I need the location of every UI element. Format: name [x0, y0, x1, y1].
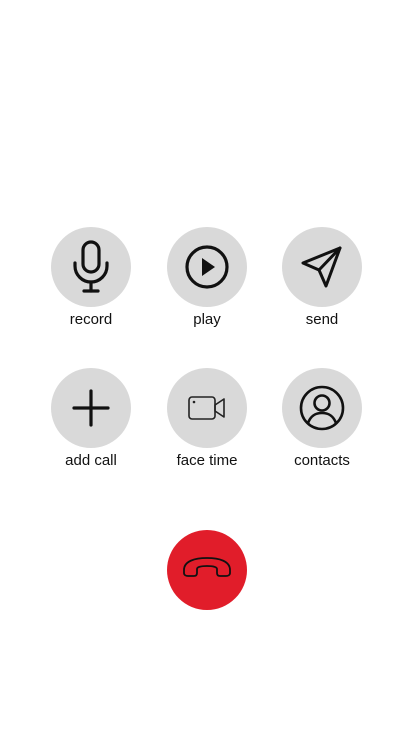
send-action: send — [272, 227, 372, 329]
play-action: play — [157, 227, 257, 329]
record-label: record — [69, 311, 113, 328]
send-icon — [298, 243, 346, 291]
phone-hangup-icon — [181, 556, 233, 585]
send-button[interactable] — [282, 227, 362, 307]
contacts-button[interactable] — [282, 368, 362, 448]
plus-icon — [71, 388, 111, 428]
add-call-label: add call — [65, 452, 117, 469]
face-time-button[interactable] — [167, 368, 247, 448]
record-action: record — [41, 227, 141, 329]
play-button[interactable] — [167, 227, 247, 307]
microphone-icon — [69, 239, 113, 295]
send-label: send — [305, 311, 339, 328]
contacts-action: contacts — [272, 368, 372, 470]
play-label: play — [193, 311, 221, 328]
video-camera-icon — [187, 394, 227, 422]
person-circle-icon — [298, 384, 346, 432]
play-icon — [183, 243, 231, 291]
face-time-label: face time — [176, 452, 238, 469]
add-call-button[interactable] — [51, 368, 131, 448]
contacts-label: contacts — [294, 452, 350, 469]
face-time-action: face time — [157, 368, 257, 470]
add-call-action: add call — [41, 368, 141, 470]
end-call-button[interactable] — [167, 530, 247, 610]
record-button[interactable] — [51, 227, 131, 307]
